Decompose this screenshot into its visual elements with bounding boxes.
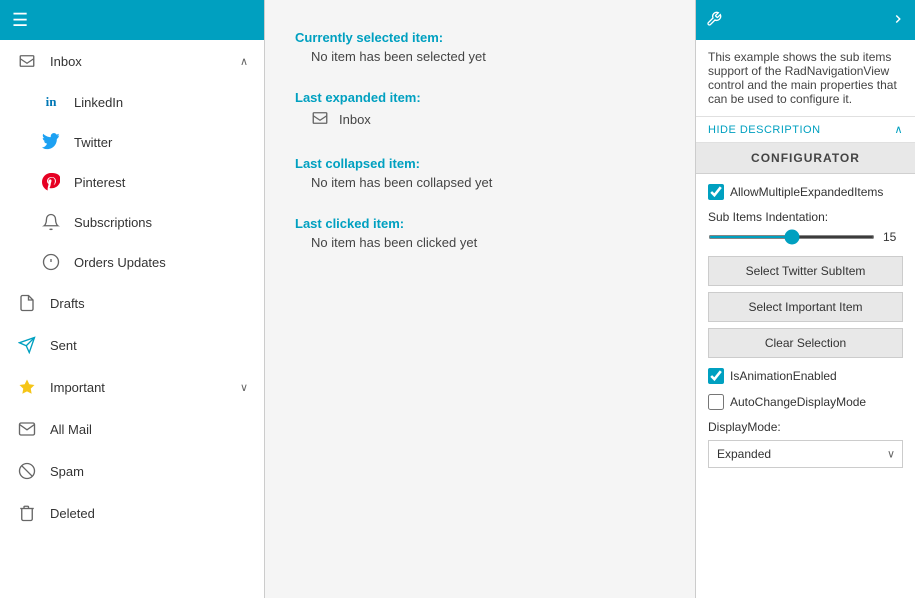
- last-expanded-text: Inbox: [339, 112, 371, 127]
- indentation-slider[interactable]: [708, 235, 875, 239]
- display-mode-label: DisplayMode:: [708, 420, 903, 434]
- linkedin-icon: in: [40, 91, 62, 113]
- deleted-label: Deleted: [50, 506, 248, 521]
- nav-item-linkedin[interactable]: in LinkedIn: [0, 82, 264, 122]
- is-animation-row: IsAnimationEnabled: [708, 368, 903, 384]
- hamburger-icon[interactable]: ☰: [12, 10, 28, 31]
- display-mode-select-wrap: Expanded Compact Minimal ∨: [708, 440, 903, 468]
- nav-item-pinterest[interactable]: Pinterest: [0, 162, 264, 202]
- nav-item-subscriptions[interactable]: Subscriptions: [0, 202, 264, 242]
- important-chevron: ∨: [240, 381, 248, 394]
- nav-item-inbox[interactable]: Inbox ∧: [0, 40, 264, 82]
- nav-item-spam[interactable]: Spam: [0, 450, 264, 492]
- is-animation-label: IsAnimationEnabled: [730, 369, 837, 383]
- nav-item-orders[interactable]: Orders Updates: [0, 242, 264, 282]
- nav-item-sent[interactable]: Sent: [0, 324, 264, 366]
- nav-item-important[interactable]: Important ∨: [0, 366, 264, 408]
- auto-change-checkbox[interactable]: [708, 394, 724, 410]
- allmail-icon: [16, 418, 38, 440]
- allmail-label: All Mail: [50, 422, 248, 437]
- last-collapsed-section: Last collapsed item: No item has been co…: [295, 156, 665, 190]
- subscriptions-icon: [40, 211, 62, 233]
- pinterest-label: Pinterest: [74, 175, 125, 190]
- nav-header: ☰: [0, 0, 264, 40]
- display-mode-select[interactable]: Expanded Compact Minimal: [708, 440, 903, 468]
- nav-item-drafts[interactable]: Drafts: [0, 282, 264, 324]
- configurator-title: CONFIGURATOR: [696, 143, 915, 174]
- pinterest-icon: [40, 171, 62, 193]
- nav-item-twitter[interactable]: Twitter: [0, 122, 264, 162]
- nav-items: Inbox ∧ in LinkedIn: [0, 40, 264, 598]
- allow-multiple-row: AllowMultipleExpandedItems: [708, 184, 903, 200]
- inbox-sub-items: in LinkedIn Twitter: [0, 82, 264, 282]
- orders-label: Orders Updates: [74, 255, 166, 270]
- deleted-icon: [16, 502, 38, 524]
- clear-selection-btn[interactable]: Clear Selection: [708, 328, 903, 358]
- inbox-chevron: ∧: [240, 55, 248, 68]
- last-collapsed-value: No item has been collapsed yet: [311, 175, 665, 190]
- twitter-label: Twitter: [74, 135, 112, 150]
- last-clicked-section: Last clicked item: No item has been clic…: [295, 216, 665, 250]
- inbox-icon: [16, 50, 38, 72]
- config-panel: This example shows the sub items support…: [695, 0, 915, 598]
- subscriptions-label: Subscriptions: [74, 215, 152, 230]
- select-twitter-subitem-btn[interactable]: Select Twitter SubItem: [708, 256, 903, 286]
- config-description: This example shows the sub items support…: [696, 40, 915, 117]
- select-important-item-btn[interactable]: Select Important Item: [708, 292, 903, 322]
- nav-panel: ☰ Inbox ∧ in: [0, 0, 265, 598]
- currently-selected-section: Currently selected item: No item has bee…: [295, 30, 665, 64]
- inbox-label: Inbox: [50, 54, 240, 69]
- orders-icon: [40, 251, 62, 273]
- sent-label: Sent: [50, 338, 248, 353]
- sub-items-indentation-label: Sub Items Indentation:: [708, 210, 903, 224]
- last-expanded-value: Inbox: [311, 109, 665, 130]
- is-animation-checkbox[interactable]: [708, 368, 724, 384]
- auto-change-label: AutoChangeDisplayMode: [730, 395, 866, 409]
- last-expanded-section: Last expanded item: Inbox: [295, 90, 665, 130]
- currently-selected-label: Currently selected item:: [295, 30, 665, 45]
- twitter-icon: [40, 131, 62, 153]
- last-expanded-label: Last expanded item:: [295, 90, 665, 105]
- main-content: Currently selected item: No item has bee…: [265, 0, 695, 598]
- drafts-label: Drafts: [50, 296, 248, 311]
- allow-multiple-label: AllowMultipleExpandedItems: [730, 185, 883, 199]
- auto-change-row: AutoChangeDisplayMode: [708, 394, 903, 410]
- currently-selected-value: No item has been selected yet: [311, 49, 665, 64]
- hide-description-btn[interactable]: HIDE DESCRIPTION ∧: [696, 117, 915, 143]
- config-header: [696, 0, 915, 40]
- spam-icon: [16, 460, 38, 482]
- app-container: ☰ Inbox ∧ in: [0, 0, 915, 598]
- slider-row: 15: [708, 230, 903, 244]
- important-icon: [16, 376, 38, 398]
- config-wrench-icon: [706, 11, 722, 30]
- important-label: Important: [50, 380, 240, 395]
- drafts-icon: [16, 292, 38, 314]
- slider-value: 15: [883, 230, 903, 244]
- hide-description-chevron: ∧: [894, 123, 903, 136]
- config-body: AllowMultipleExpandedItems Sub Items Ind…: [696, 174, 915, 598]
- nav-item-allmail[interactable]: All Mail: [0, 408, 264, 450]
- linkedin-label: LinkedIn: [74, 95, 123, 110]
- last-clicked-value: No item has been clicked yet: [311, 235, 665, 250]
- last-clicked-label: Last clicked item:: [295, 216, 665, 231]
- nav-item-deleted[interactable]: Deleted: [0, 492, 264, 534]
- config-arrow-icon[interactable]: [891, 12, 905, 29]
- last-collapsed-label: Last collapsed item:: [295, 156, 665, 171]
- allow-multiple-checkbox[interactable]: [708, 184, 724, 200]
- last-expanded-icon: [311, 109, 329, 130]
- spam-label: Spam: [50, 464, 248, 479]
- sent-icon: [16, 334, 38, 356]
